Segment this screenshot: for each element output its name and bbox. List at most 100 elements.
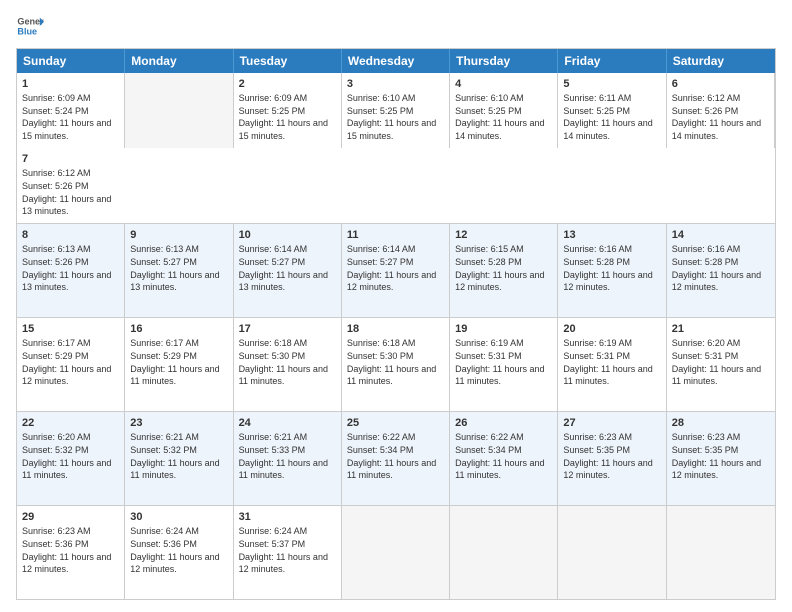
cell-text: Sunrise: 6:19 AMSunset: 5:31 PMDaylight:… bbox=[563, 338, 652, 386]
day-number: 6 bbox=[672, 77, 769, 92]
calendar-cell: 9Sunrise: 6:13 AMSunset: 5:27 PMDaylight… bbox=[125, 224, 233, 317]
cell-text: Sunrise: 6:14 AMSunset: 5:27 PMDaylight:… bbox=[347, 244, 436, 292]
day-number: 3 bbox=[347, 77, 444, 92]
day-number: 29 bbox=[22, 510, 119, 525]
cell-text: Sunrise: 6:16 AMSunset: 5:28 PMDaylight:… bbox=[672, 244, 761, 292]
calendar-cell: 30Sunrise: 6:24 AMSunset: 5:36 PMDayligh… bbox=[125, 506, 233, 599]
cell-text: Sunrise: 6:20 AMSunset: 5:32 PMDaylight:… bbox=[22, 432, 111, 480]
calendar-cell bbox=[125, 73, 233, 148]
calendar-cell: 4Sunrise: 6:10 AMSunset: 5:25 PMDaylight… bbox=[450, 73, 558, 148]
calendar-cell: 1Sunrise: 6:09 AMSunset: 5:24 PMDaylight… bbox=[17, 73, 125, 148]
calendar-cell: 25Sunrise: 6:22 AMSunset: 5:34 PMDayligh… bbox=[342, 412, 450, 505]
calendar-header-cell: Wednesday bbox=[342, 49, 450, 73]
cell-text: Sunrise: 6:24 AMSunset: 5:37 PMDaylight:… bbox=[239, 526, 328, 574]
calendar-cell: 5Sunrise: 6:11 AMSunset: 5:25 PMDaylight… bbox=[558, 73, 666, 148]
calendar-cell: 26Sunrise: 6:22 AMSunset: 5:34 PMDayligh… bbox=[450, 412, 558, 505]
calendar-cell: 3Sunrise: 6:10 AMSunset: 5:25 PMDaylight… bbox=[342, 73, 450, 148]
calendar-cell: 31Sunrise: 6:24 AMSunset: 5:37 PMDayligh… bbox=[234, 506, 342, 599]
day-number: 1 bbox=[22, 77, 119, 92]
calendar-cell bbox=[450, 506, 558, 599]
calendar-cell bbox=[667, 506, 775, 599]
cell-text: Sunrise: 6:17 AMSunset: 5:29 PMDaylight:… bbox=[130, 338, 219, 386]
calendar-cell: 6Sunrise: 6:12 AMSunset: 5:26 PMDaylight… bbox=[667, 73, 775, 148]
cell-text: Sunrise: 6:14 AMSunset: 5:27 PMDaylight:… bbox=[239, 244, 328, 292]
cell-text: Sunrise: 6:09 AMSunset: 5:24 PMDaylight:… bbox=[22, 93, 111, 141]
calendar-cell: 21Sunrise: 6:20 AMSunset: 5:31 PMDayligh… bbox=[667, 318, 775, 411]
calendar-header-cell: Tuesday bbox=[234, 49, 342, 73]
calendar-cell: 12Sunrise: 6:15 AMSunset: 5:28 PMDayligh… bbox=[450, 224, 558, 317]
cell-text: Sunrise: 6:13 AMSunset: 5:26 PMDaylight:… bbox=[22, 244, 111, 292]
cell-text: Sunrise: 6:09 AMSunset: 5:25 PMDaylight:… bbox=[239, 93, 328, 141]
cell-text: Sunrise: 6:10 AMSunset: 5:25 PMDaylight:… bbox=[347, 93, 436, 141]
cell-text: Sunrise: 6:24 AMSunset: 5:36 PMDaylight:… bbox=[130, 526, 219, 574]
calendar-week: 1Sunrise: 6:09 AMSunset: 5:24 PMDaylight… bbox=[17, 73, 775, 223]
calendar-cell: 10Sunrise: 6:14 AMSunset: 5:27 PMDayligh… bbox=[234, 224, 342, 317]
day-number: 4 bbox=[455, 77, 552, 92]
day-number: 30 bbox=[130, 510, 227, 525]
calendar-header-row: SundayMondayTuesdayWednesdayThursdayFrid… bbox=[17, 49, 775, 73]
day-number: 12 bbox=[455, 228, 552, 243]
calendar-header-cell: Friday bbox=[558, 49, 666, 73]
calendar-cell: 16Sunrise: 6:17 AMSunset: 5:29 PMDayligh… bbox=[125, 318, 233, 411]
calendar-header-cell: Thursday bbox=[450, 49, 558, 73]
calendar-header-cell: Monday bbox=[125, 49, 233, 73]
cell-text: Sunrise: 6:11 AMSunset: 5:25 PMDaylight:… bbox=[563, 93, 652, 141]
day-number: 31 bbox=[239, 510, 336, 525]
cell-text: Sunrise: 6:10 AMSunset: 5:25 PMDaylight:… bbox=[455, 93, 544, 141]
cell-text: Sunrise: 6:20 AMSunset: 5:31 PMDaylight:… bbox=[672, 338, 761, 386]
calendar-cell: 14Sunrise: 6:16 AMSunset: 5:28 PMDayligh… bbox=[667, 224, 775, 317]
calendar-cell: 19Sunrise: 6:19 AMSunset: 5:31 PMDayligh… bbox=[450, 318, 558, 411]
day-number: 14 bbox=[672, 228, 770, 243]
cell-text: Sunrise: 6:21 AMSunset: 5:32 PMDaylight:… bbox=[130, 432, 219, 480]
cell-text: Sunrise: 6:18 AMSunset: 5:30 PMDaylight:… bbox=[347, 338, 436, 386]
cell-text: Sunrise: 6:17 AMSunset: 5:29 PMDaylight:… bbox=[22, 338, 111, 386]
calendar-cell: 20Sunrise: 6:19 AMSunset: 5:31 PMDayligh… bbox=[558, 318, 666, 411]
day-number: 24 bbox=[239, 416, 336, 431]
calendar-week: 22Sunrise: 6:20 AMSunset: 5:32 PMDayligh… bbox=[17, 411, 775, 505]
day-number: 23 bbox=[130, 416, 227, 431]
calendar-body: 1Sunrise: 6:09 AMSunset: 5:24 PMDaylight… bbox=[17, 73, 775, 599]
cell-text: Sunrise: 6:23 AMSunset: 5:35 PMDaylight:… bbox=[672, 432, 761, 480]
cell-text: Sunrise: 6:18 AMSunset: 5:30 PMDaylight:… bbox=[239, 338, 328, 386]
cell-text: Sunrise: 6:19 AMSunset: 5:31 PMDaylight:… bbox=[455, 338, 544, 386]
cell-text: Sunrise: 6:23 AMSunset: 5:36 PMDaylight:… bbox=[22, 526, 111, 574]
header: General Blue bbox=[16, 12, 776, 40]
calendar-cell: 8Sunrise: 6:13 AMSunset: 5:26 PMDaylight… bbox=[17, 224, 125, 317]
cell-text: Sunrise: 6:13 AMSunset: 5:27 PMDaylight:… bbox=[130, 244, 219, 292]
day-number: 17 bbox=[239, 322, 336, 337]
cell-text: Sunrise: 6:15 AMSunset: 5:28 PMDaylight:… bbox=[455, 244, 544, 292]
calendar-cell: 22Sunrise: 6:20 AMSunset: 5:32 PMDayligh… bbox=[17, 412, 125, 505]
calendar-cell: 24Sunrise: 6:21 AMSunset: 5:33 PMDayligh… bbox=[234, 412, 342, 505]
day-number: 15 bbox=[22, 322, 119, 337]
cell-text: Sunrise: 6:21 AMSunset: 5:33 PMDaylight:… bbox=[239, 432, 328, 480]
calendar-cell: 2Sunrise: 6:09 AMSunset: 5:25 PMDaylight… bbox=[234, 73, 342, 148]
svg-text:Blue: Blue bbox=[17, 26, 37, 36]
day-number: 20 bbox=[563, 322, 660, 337]
page: General Blue SundayMondayTuesdayWednesda… bbox=[0, 0, 792, 612]
day-number: 19 bbox=[455, 322, 552, 337]
calendar-cell: 29Sunrise: 6:23 AMSunset: 5:36 PMDayligh… bbox=[17, 506, 125, 599]
day-number: 8 bbox=[22, 228, 119, 243]
day-number: 25 bbox=[347, 416, 444, 431]
cell-text: Sunrise: 6:12 AMSunset: 5:26 PMDaylight:… bbox=[672, 93, 761, 141]
calendar-cell: 17Sunrise: 6:18 AMSunset: 5:30 PMDayligh… bbox=[234, 318, 342, 411]
cell-text: Sunrise: 6:16 AMSunset: 5:28 PMDaylight:… bbox=[563, 244, 652, 292]
cell-text: Sunrise: 6:23 AMSunset: 5:35 PMDaylight:… bbox=[563, 432, 652, 480]
day-number: 2 bbox=[239, 77, 336, 92]
calendar-cell: 15Sunrise: 6:17 AMSunset: 5:29 PMDayligh… bbox=[17, 318, 125, 411]
calendar-header-cell: Saturday bbox=[667, 49, 775, 73]
day-number: 13 bbox=[563, 228, 660, 243]
cell-text: Sunrise: 6:12 AMSunset: 5:26 PMDaylight:… bbox=[22, 168, 111, 216]
calendar-cell bbox=[342, 506, 450, 599]
cell-text: Sunrise: 6:22 AMSunset: 5:34 PMDaylight:… bbox=[347, 432, 436, 480]
calendar-cell: 13Sunrise: 6:16 AMSunset: 5:28 PMDayligh… bbox=[558, 224, 666, 317]
day-number: 11 bbox=[347, 228, 444, 243]
calendar-cell bbox=[558, 506, 666, 599]
calendar-week: 15Sunrise: 6:17 AMSunset: 5:29 PMDayligh… bbox=[17, 317, 775, 411]
day-number: 7 bbox=[22, 152, 120, 167]
calendar-cell: 28Sunrise: 6:23 AMSunset: 5:35 PMDayligh… bbox=[667, 412, 775, 505]
day-number: 10 bbox=[239, 228, 336, 243]
calendar-cell: 23Sunrise: 6:21 AMSunset: 5:32 PMDayligh… bbox=[125, 412, 233, 505]
day-number: 16 bbox=[130, 322, 227, 337]
day-number: 27 bbox=[563, 416, 660, 431]
